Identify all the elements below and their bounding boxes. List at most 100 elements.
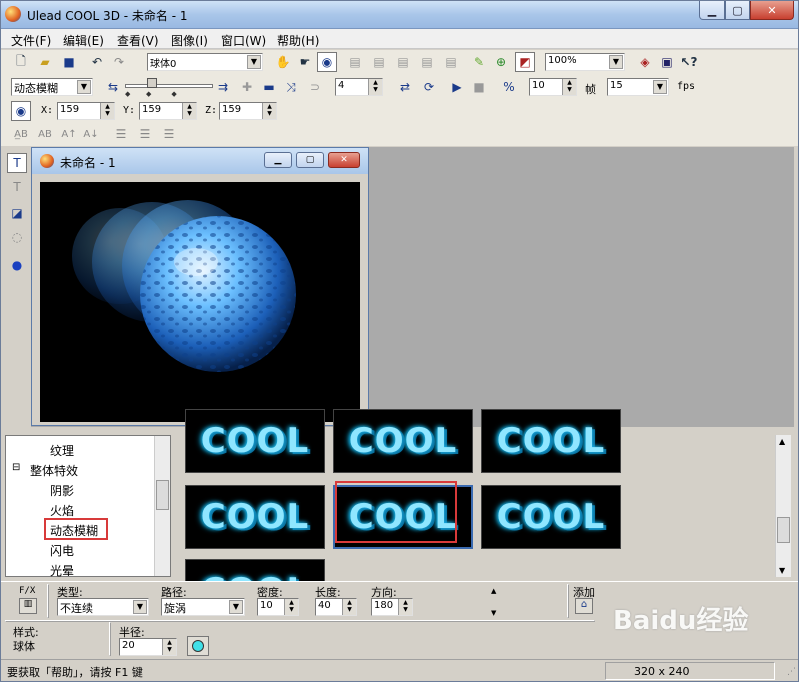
thumbnail-item[interactable]: COOL bbox=[333, 409, 473, 473]
thumbnail-item[interactable]: COOL bbox=[185, 409, 325, 473]
tree-item-shadow[interactable]: 阴影 bbox=[50, 482, 74, 499]
length-input[interactable]: 40 ▲ ▼ bbox=[315, 598, 357, 616]
slider-thumb[interactable] bbox=[147, 78, 157, 88]
context-help-button[interactable]: ↖? bbox=[679, 52, 699, 72]
x-input[interactable]: 159 ▲ ▼ bbox=[57, 102, 115, 120]
rotate-hand-button[interactable]: ☛ bbox=[295, 52, 315, 72]
fps-select[interactable]: 15 ▼ bbox=[607, 78, 669, 96]
remove-keyframe-button[interactable]: ▬ bbox=[259, 77, 279, 97]
frame-button-b[interactable]: ▤ bbox=[393, 52, 413, 72]
menu-image[interactable]: 图像(I) bbox=[171, 32, 208, 49]
type-select[interactable]: 不连续 ▼ bbox=[57, 598, 149, 616]
minimize-button[interactable]: ▁ bbox=[699, 1, 725, 20]
spin-arrows-icon[interactable]: ▲ ▼ bbox=[162, 639, 176, 655]
line-spacing-down-button[interactable]: A↓ bbox=[81, 124, 101, 144]
tree-item-fire[interactable]: 火焰 bbox=[50, 502, 74, 519]
add-keyframe-button[interactable]: ✚ bbox=[237, 77, 257, 97]
spin-arrows-icon[interactable]: ▲ ▼ bbox=[342, 599, 356, 615]
thumbnail-item[interactable]: COOL bbox=[185, 485, 325, 549]
spin-arrows-icon[interactable]: ▲ ▼ bbox=[398, 599, 412, 615]
web-button[interactable]: ⊕ bbox=[491, 52, 511, 72]
close-button[interactable]: ✕ bbox=[750, 1, 794, 20]
add-to-gallery-button[interactable]: ⌂ bbox=[575, 598, 593, 614]
tree-item-global-effects[interactable]: 整体特效 bbox=[30, 462, 78, 479]
frame-button-a[interactable]: ▤ bbox=[369, 52, 389, 72]
frame-number-input[interactable]: 4 ▲ ▼ bbox=[335, 78, 383, 96]
redo-button[interactable]: ↷ bbox=[109, 52, 129, 72]
paint-button[interactable]: ✎ bbox=[469, 52, 489, 72]
spin-arrows-icon[interactable]: ▲ ▼ bbox=[262, 103, 276, 119]
pan-button[interactable]: ✋ bbox=[273, 52, 293, 72]
refresh-button[interactable]: ⟳ bbox=[419, 77, 439, 97]
render-canvas[interactable] bbox=[40, 182, 360, 422]
char-spacing-button[interactable]: A̲B bbox=[11, 124, 31, 144]
density-input[interactable]: 10 ▲ ▼ bbox=[257, 598, 299, 616]
scroll-thumb[interactable] bbox=[156, 480, 169, 510]
char-spacing-narrow-button[interactable]: AB bbox=[35, 124, 55, 144]
new-file-button[interactable]: 🗋 bbox=[11, 52, 31, 72]
line-spacing-up-button[interactable]: A↑ bbox=[59, 124, 79, 144]
align-right-button[interactable]: ☰ bbox=[159, 124, 179, 144]
spin-arrows-icon[interactable]: ▲ ▼ bbox=[284, 599, 298, 615]
document-minimize-button[interactable]: ▁ bbox=[264, 152, 292, 168]
menu-edit[interactable]: 编辑(E) bbox=[63, 32, 104, 49]
align-center-button[interactable]: ☰ bbox=[135, 124, 155, 144]
color-picker-button[interactable] bbox=[187, 636, 209, 656]
thumbnail-scrollbar[interactable]: ▲ ▼ bbox=[775, 435, 791, 577]
scroll-down-icon[interactable]: ▼ bbox=[779, 566, 785, 575]
scroll-thumb[interactable] bbox=[777, 517, 790, 543]
position-mode-button[interactable]: ◉ bbox=[11, 101, 31, 121]
attr-scroll-arrows[interactable]: ▲ ▼ bbox=[491, 586, 496, 619]
select-object-button[interactable]: ◉ bbox=[317, 52, 337, 72]
z-input[interactable]: 159 ▲ ▼ bbox=[219, 102, 277, 120]
zoom-select[interactable]: 100% ▼ bbox=[545, 53, 625, 71]
document-maximize-button[interactable]: ▢ bbox=[296, 152, 324, 168]
rate-input[interactable]: 10 ▲ ▼ bbox=[529, 78, 577, 96]
tree-collapse-icon[interactable]: ⊟ bbox=[12, 462, 20, 473]
plugin-button[interactable]: ◈ bbox=[635, 52, 655, 72]
frame-button-c[interactable]: ▤ bbox=[417, 52, 437, 72]
spin-arrows-icon[interactable]: ▲ ▼ bbox=[368, 79, 382, 95]
insert-object-button[interactable]: ● bbox=[7, 255, 27, 275]
export-button[interactable]: ▣ bbox=[657, 52, 677, 72]
insert-shape-button[interactable]: ◪ bbox=[7, 203, 27, 223]
direction-input[interactable]: 180 ▲ ▼ bbox=[371, 598, 413, 616]
spin-arrows-icon[interactable]: ▲ ▼ bbox=[182, 103, 196, 119]
edit-shape-button[interactable]: ◌ bbox=[7, 227, 27, 247]
repeat-button[interactable]: ⇄ bbox=[395, 77, 415, 97]
menu-view[interactable]: 查看(V) bbox=[117, 32, 159, 49]
insert-text-button[interactable]: T bbox=[7, 153, 27, 173]
effect-select[interactable]: 动态模糊 ▼ bbox=[11, 78, 93, 96]
open-file-button[interactable]: ▰ bbox=[35, 52, 55, 72]
timeline-slider[interactable]: ◆ ◆ ◆ bbox=[125, 78, 213, 98]
stop-button[interactable]: ■ bbox=[469, 77, 489, 97]
tree-item-lightning[interactable]: 闪电 bbox=[50, 542, 74, 559]
menu-help[interactable]: 帮助(H) bbox=[277, 32, 319, 49]
thumbnail-item[interactable]: COOL bbox=[481, 409, 621, 473]
fx-toggle-button[interactable]: ▥ bbox=[19, 598, 37, 614]
thumbnail-item[interactable]: COOL bbox=[481, 485, 621, 549]
loop-button[interactable]: ⊃ bbox=[305, 77, 325, 97]
undo-button[interactable]: ↶ bbox=[87, 52, 107, 72]
spin-arrows-icon[interactable]: ▲ ▼ bbox=[100, 103, 114, 119]
document-window[interactable]: 未命名 - 1 ▁ ▢ ✕ bbox=[31, 147, 369, 426]
tree-scrollbar[interactable] bbox=[154, 436, 170, 576]
play-button[interactable]: ▶ bbox=[447, 77, 467, 97]
chart-button[interactable]: ◩ bbox=[515, 52, 535, 72]
align-left-button[interactable]: ☰ bbox=[111, 124, 131, 144]
edit-text-button[interactable]: T bbox=[7, 177, 27, 197]
scroll-up-icon[interactable]: ▲ bbox=[779, 437, 785, 446]
menu-file[interactable]: 文件(F) bbox=[11, 32, 51, 49]
save-button[interactable]: ■ bbox=[59, 52, 79, 72]
resize-grip-icon[interactable]: ⋰ bbox=[782, 665, 796, 679]
print-button[interactable]: ▤ bbox=[345, 52, 365, 72]
path-select[interactable]: 旋涡 ▼ bbox=[161, 598, 245, 616]
tree-item-texture[interactable]: 纹理 bbox=[50, 442, 74, 459]
spin-arrows-icon[interactable]: ▲ ▼ bbox=[562, 79, 576, 95]
last-keyframe-button[interactable]: ⇉ bbox=[213, 77, 233, 97]
maximize-button[interactable]: ▢ bbox=[725, 1, 750, 20]
radius-input[interactable]: 20 ▲ ▼ bbox=[119, 638, 177, 656]
menu-window[interactable]: 窗口(W) bbox=[221, 32, 266, 49]
tree-item-glow[interactable]: 光晕 bbox=[50, 562, 74, 579]
rate-button[interactable]: % bbox=[499, 77, 519, 97]
